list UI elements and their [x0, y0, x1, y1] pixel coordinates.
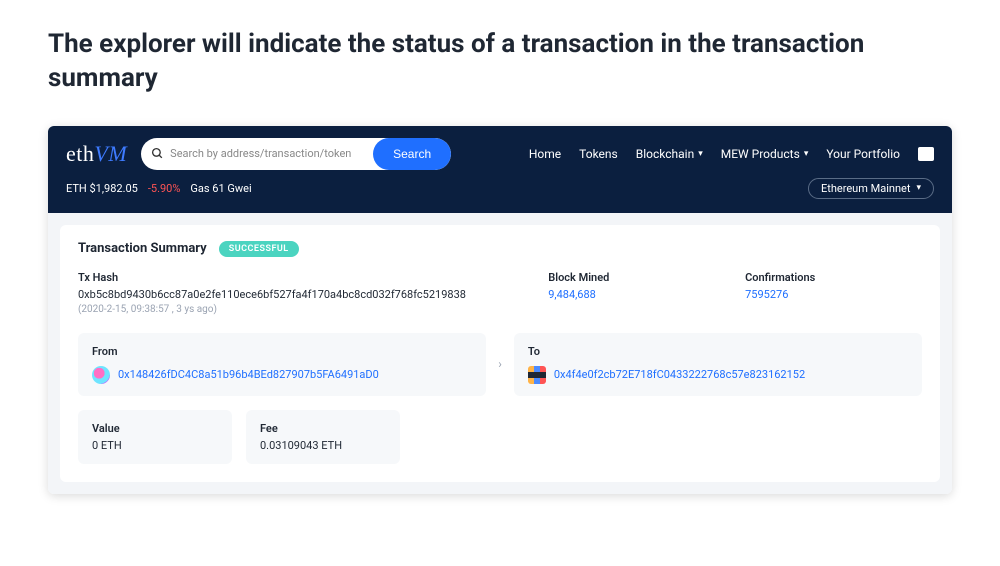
to-box: To 0x4f4e0f2cb72E718fC0433222768c57e8231… — [514, 333, 922, 396]
avatar-from-icon — [92, 366, 110, 384]
transaction-summary-card: Transaction Summary SUCCESSFUL Tx Hash 0… — [60, 225, 940, 482]
from-box: From 0x148426fDC4C8a51b96b4BEd827907b5FA… — [78, 333, 486, 396]
block-mined-value[interactable]: 9,484,688 — [548, 288, 725, 301]
content-area: Transaction Summary SUCCESSFUL Tx Hash 0… — [48, 213, 952, 494]
eth-price-change: -5.90% — [148, 182, 181, 195]
value-box: Value 0 ETH — [78, 410, 232, 464]
logo-vm: VM — [94, 141, 127, 166]
gas-price: Gas 61 Gwei — [190, 182, 251, 195]
nav-portfolio[interactable]: Your Portfolio — [826, 147, 900, 161]
tx-hash-timestamp: (2020-2-15, 09:38:57 , 3 ys ago) — [78, 304, 528, 315]
tx-hash-label: Tx Hash — [78, 271, 528, 284]
tx-hash-value[interactable]: 0xb5c8bd9430b6cc87a0e2fe110ece6bf527fa4f… — [78, 288, 528, 301]
page-title: The explorer will indicate the status of… — [0, 0, 1000, 106]
avatar-to-icon — [528, 366, 546, 384]
nav-blockchain[interactable]: Blockchain ▾ — [636, 147, 703, 161]
arrow-right-icon: › — [496, 357, 504, 371]
network-label: Ethereum Mainnet — [821, 182, 910, 195]
block-mined-label: Block Mined — [548, 271, 725, 284]
search-bar: Search by address/transaction/token Sear… — [141, 138, 451, 170]
search-button[interactable]: Search — [373, 138, 451, 170]
from-address[interactable]: 0x148426fDC4C8a51b96b4BEd827907b5FA6491a… — [118, 368, 379, 381]
network-selector[interactable]: Ethereum Mainnet ▾ — [808, 178, 934, 199]
search-placeholder: Search by address/transaction/token — [170, 147, 351, 160]
fee-label: Fee — [260, 422, 386, 435]
status-badge: SUCCESSFUL — [219, 241, 299, 257]
top-bar: ethVM Search by address/transaction/toke… — [48, 126, 952, 213]
chevron-down-icon: ▾ — [804, 149, 809, 159]
confirmations-value[interactable]: 7595276 — [745, 288, 922, 301]
chevron-down-icon: ▾ — [698, 149, 703, 159]
search-input[interactable]: Search by address/transaction/token — [141, 138, 373, 170]
search-icon — [151, 147, 164, 160]
summary-title: Transaction Summary — [78, 241, 207, 256]
bookmark-icon[interactable] — [918, 147, 934, 161]
logo-eth: eth — [66, 141, 94, 166]
from-label: From — [92, 345, 472, 358]
explorer-window: ethVM Search by address/transaction/toke… — [48, 126, 952, 494]
nav: Home Tokens Blockchain ▾ MEW Products ▾ … — [529, 147, 934, 161]
to-address[interactable]: 0x4f4e0f2cb72E718fC0433222768c57e8231621… — [554, 368, 805, 381]
nav-mew-products[interactable]: MEW Products ▾ — [721, 147, 809, 161]
fee-box: Fee 0.03109043 ETH — [246, 410, 400, 464]
nav-tokens[interactable]: Tokens — [579, 147, 618, 161]
nav-home[interactable]: Home — [529, 147, 561, 161]
nav-blockchain-label: Blockchain — [636, 147, 694, 161]
fee-amount: 0.03109043 ETH — [260, 439, 386, 452]
nav-mew-label: MEW Products — [721, 147, 800, 161]
eth-price: ETH $1,982.05 — [66, 182, 138, 195]
logo[interactable]: ethVM — [66, 141, 127, 167]
confirmations-label: Confirmations — [745, 271, 922, 284]
value-amount: 0 ETH — [92, 439, 218, 452]
value-label: Value — [92, 422, 218, 435]
chevron-down-icon: ▾ — [916, 183, 921, 193]
to-label: To — [528, 345, 908, 358]
